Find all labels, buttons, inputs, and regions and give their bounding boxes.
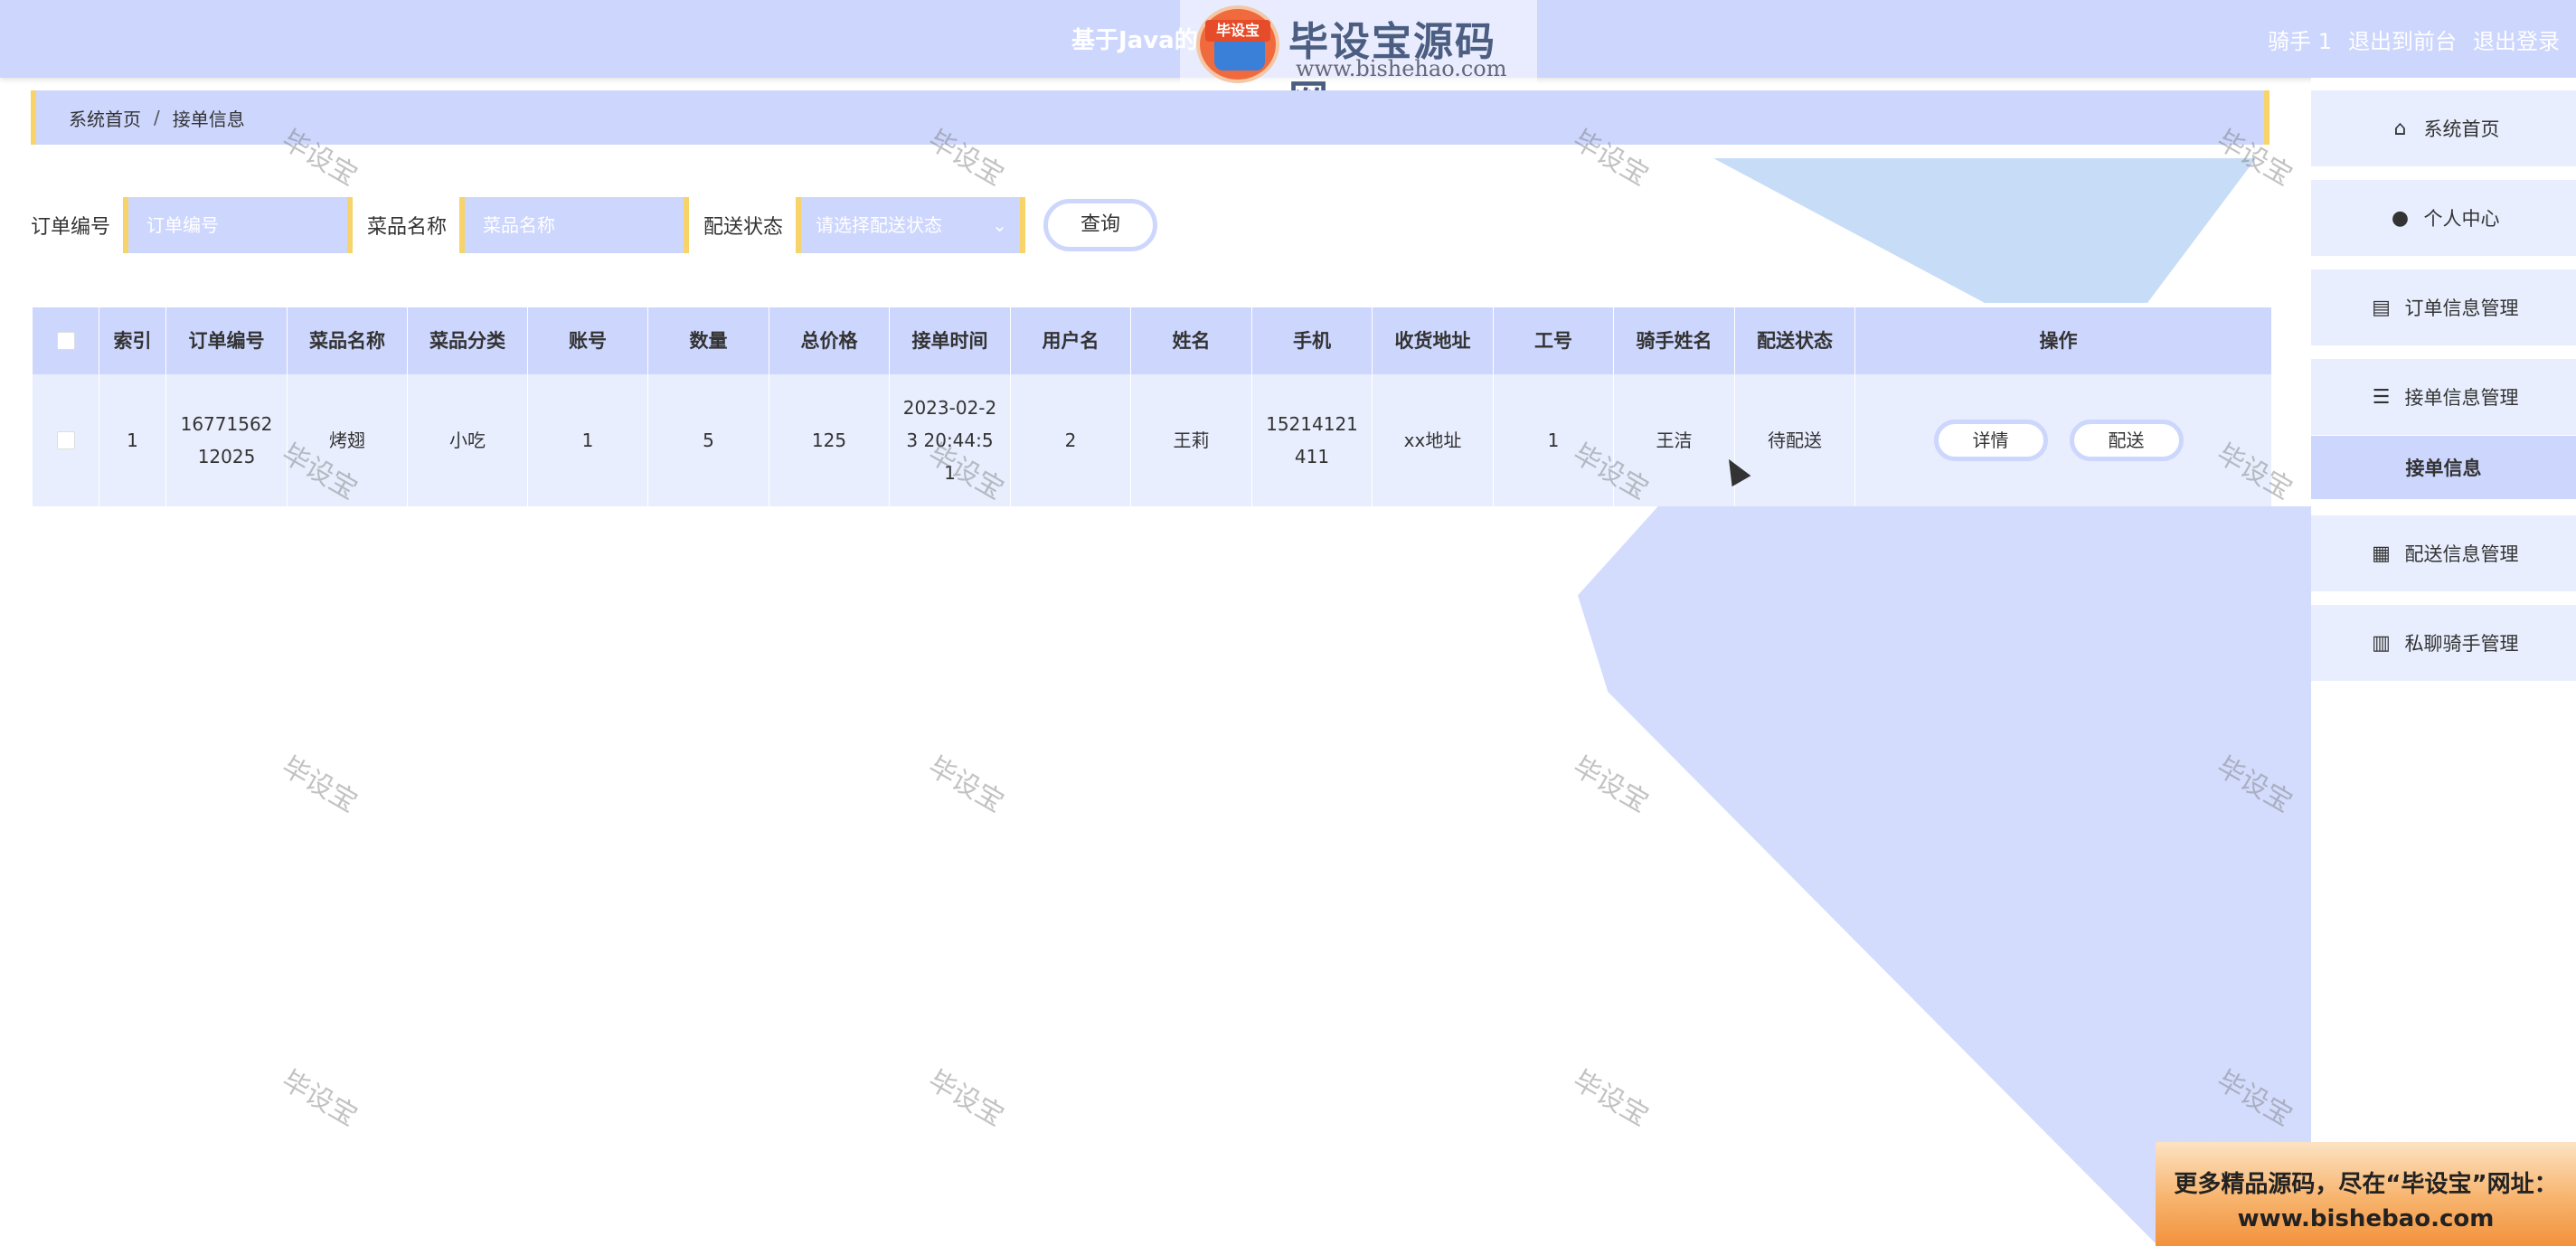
cell-status: 待配送: [1735, 374, 1855, 506]
sidebar-item-label: 配送信息管理: [2404, 543, 2519, 565]
sidebar-item-label: 私聊骑手管理: [2404, 633, 2519, 655]
column-header: 收货地址: [1373, 307, 1494, 374]
watermark-text: 毕设宝: [922, 750, 1009, 819]
logo-url: www.bishehao.com: [1296, 56, 1507, 81]
cell-order-no: 1677156212025: [166, 374, 288, 506]
watermark-text: 毕设宝: [276, 1064, 363, 1133]
clipboard-icon: ▤: [2372, 296, 2391, 319]
logo-watermark: 毕设宝 毕设宝源码网 www.bishehao.com: [1180, 0, 1537, 123]
column-header: 配送状态: [1735, 307, 1855, 374]
column-header: 用户名: [1011, 307, 1131, 374]
column-header: 菜品名称: [288, 307, 408, 374]
book-icon: ▥: [2372, 631, 2391, 655]
deliver-button[interactable]: 配送: [2069, 420, 2184, 461]
dish-name-input[interactable]: 菜品名称: [459, 197, 690, 253]
column-header: 菜品分类: [408, 307, 528, 374]
sidebar-item-label: 系统首页: [2423, 118, 2500, 140]
column-header: 操作: [2039, 330, 2078, 352]
background-shape: [1713, 158, 2256, 303]
page-root: 基于Java的 骑手 1 退出到前台 退出登录 毕设宝 毕设宝源码网 www.b…: [0, 0, 2576, 1246]
dish-name-label: 菜品名称: [367, 216, 448, 239]
cell-index: 1: [99, 374, 166, 506]
column-header: 总价格: [769, 307, 890, 374]
cell-quantity: 5: [648, 374, 769, 506]
select-all-checkbox-cell: [33, 307, 99, 374]
status-label: 配送状态: [703, 216, 784, 239]
logo-badge: 毕设宝: [1205, 20, 1270, 42]
back-to-front-link[interactable]: 退出到前台: [2348, 24, 2457, 55]
data-table: 索引 订单编号 菜品名称 菜品分类 账号 数量 总价格 接单时间 用户名 姓名 …: [33, 307, 2271, 506]
cell-rider-name: 王洁: [1614, 374, 1735, 506]
status-select-placeholder: 请选择配送状态: [816, 214, 943, 236]
cell-worker-no: 1: [1494, 374, 1614, 506]
sidebar-item-label: 订单信息管理: [2404, 297, 2519, 319]
header-user-menu: 骑手 1 退出到前台 退出登录: [2268, 24, 2560, 55]
promo-line-2: www.bishebao.com: [2237, 1205, 2495, 1232]
row-checkbox-cell: [33, 374, 99, 506]
column-header: 数量: [648, 307, 769, 374]
column-header: 姓名: [1131, 307, 1252, 374]
logout-link[interactable]: 退出登录: [2473, 24, 2560, 55]
cell-phone: 15214121411: [1252, 374, 1373, 506]
sidebar-item-accept-orders[interactable]: ☰ 接单信息管理: [2311, 359, 2576, 435]
cell-address: xx地址: [1373, 374, 1494, 506]
sidebar-item-profile[interactable]: ● 个人中心: [2311, 180, 2576, 256]
sidebar-item-label: 接单信息管理: [2404, 387, 2519, 409]
sidebar-item-delivery[interactable]: ▦ 配送信息管理: [2311, 515, 2576, 591]
sidebar-subitem-accept-info[interactable]: 接单信息: [2311, 436, 2576, 499]
cell-username: 2: [1011, 374, 1131, 506]
order-no-label: 订单编号: [31, 216, 111, 239]
column-header: 骑手姓名: [1614, 307, 1735, 374]
column-header: 订单编号: [166, 307, 288, 374]
breadcrumb-separator: /: [154, 107, 160, 128]
chevron-down-icon: ⌄: [992, 214, 1008, 236]
grid-icon: ▦: [2372, 542, 2391, 565]
cell-category: 小吃: [408, 374, 528, 506]
cell-account: 1: [528, 374, 648, 506]
list-icon: ☰: [2372, 385, 2391, 409]
watermark-text: 毕设宝: [922, 1064, 1009, 1133]
watermark-text: 毕设宝: [1567, 750, 1654, 819]
sidebar-item-label: 个人中心: [2423, 208, 2500, 230]
select-all-checkbox[interactable]: [56, 332, 75, 350]
cell-total: 125: [769, 374, 890, 506]
breadcrumb-home[interactable]: 系统首页: [69, 105, 141, 131]
site-title: 基于Java的: [1071, 27, 1198, 54]
user-icon: ●: [2391, 206, 2410, 230]
breadcrumb-current: 接单信息: [172, 108, 245, 130]
cell-dish: 烤翅: [288, 374, 408, 506]
logo-mascot-icon: 毕设宝: [1196, 5, 1279, 83]
search-form: 订单编号 订单编号 菜品名称 菜品名称 配送状态 请选择配送状态 ⌄ 查询: [31, 197, 1158, 253]
current-user: 骑手 1: [2268, 29, 2332, 54]
cell-time: 2023-02-23 20:44:51: [890, 374, 1011, 506]
column-header: 工号: [1494, 307, 1614, 374]
sidebar-item-orders[interactable]: ▤ 订单信息管理: [2311, 269, 2576, 345]
sidebar: ⌂ 系统首页 ● 个人中心 ▤ 订单信息管理 ☰ 接单信息管理 接单信息 ▦ 配…: [2311, 78, 2576, 1246]
detail-button[interactable]: 详情: [1933, 420, 2048, 461]
breadcrumb: 系统首页 / 接单信息: [31, 90, 2269, 145]
column-header: 手机: [1252, 307, 1373, 374]
column-header: 索引: [99, 307, 166, 374]
table-row: 1 1677156212025 烤翅 小吃 1 5 125 2023-02-23…: [33, 374, 2271, 506]
watermark-text: 毕设宝: [1567, 1064, 1654, 1133]
sidebar-item-chat[interactable]: ▥ 私聊骑手管理: [2311, 605, 2576, 681]
column-header: 接单时间: [890, 307, 1011, 374]
row-checkbox[interactable]: [56, 431, 75, 449]
order-no-input[interactable]: 订单编号: [123, 197, 354, 253]
column-header: 账号: [528, 307, 648, 374]
promo-line-1: 更多精品源码，尽在“毕设宝”网址：: [2174, 1171, 2558, 1198]
home-icon: ⌂: [2393, 117, 2407, 140]
status-select[interactable]: 请选择配送状态 ⌄: [796, 197, 1026, 253]
cell-actions: 详情 配送: [1855, 374, 2261, 506]
promo-banner[interactable]: 更多精品源码，尽在“毕设宝”网址： www.bishebao.com: [2156, 1142, 2576, 1246]
watermark-text: 毕设宝: [276, 750, 363, 819]
query-button[interactable]: 查询: [1043, 199, 1158, 251]
table-header-row: 索引 订单编号 菜品名称 菜品分类 账号 数量 总价格 接单时间 用户名 姓名 …: [33, 307, 2271, 374]
sidebar-item-home[interactable]: ⌂ 系统首页: [2311, 90, 2576, 166]
cell-name: 王莉: [1131, 374, 1252, 506]
